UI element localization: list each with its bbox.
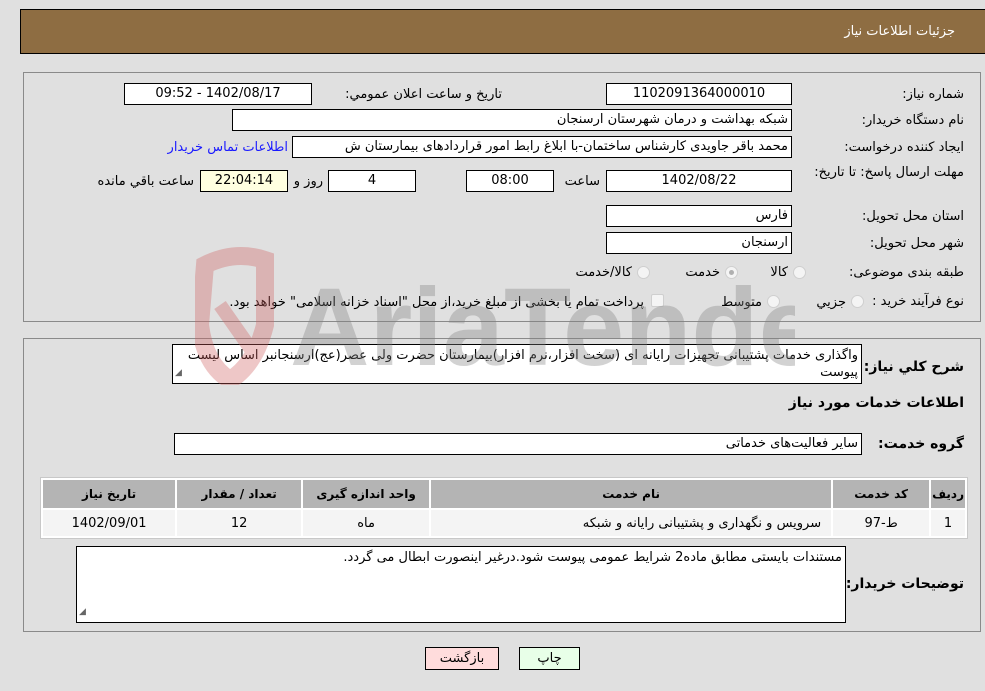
need-info-panel: شماره نیاز: 1102091364000010 تاريخ و ساع… (23, 72, 981, 322)
back-button[interactable]: بازگشت (425, 647, 499, 670)
city-field[interactable]: ارسنجان (606, 232, 792, 254)
cell-unit: ماه (303, 510, 430, 536)
summary-textarea[interactable]: واگذاری خدمات پشتيبانی تجهيزات رايانه ای… (172, 344, 862, 384)
creator-field[interactable]: محمد باقر جاويدی کارشناس ساختمان-با ابلا… (292, 136, 792, 158)
cell-service-name: سرويس و نگهداری و پشتيبانی رايانه و شبکه (431, 510, 832, 536)
cell-quantity: 12 (177, 510, 302, 536)
deadline-label: مهلت ارسال پاسخ: تا تاریخ: (814, 165, 964, 180)
services-table: رديف کد خدمت نام خدمت واحد اندازه گيری ت… (40, 477, 968, 539)
announce-label: تاريخ و ساعت اعلان عمومي: (345, 87, 502, 102)
remaining-time-label: ساعت باقي مانده (97, 174, 194, 189)
treasury-note: پرداخت تمام يا بخشی از مبلغ خريد،از محل … (229, 295, 644, 310)
process-option-medium: متوسط (721, 295, 762, 310)
col-quantity: تعداد / مقدار (177, 480, 302, 508)
buyer-contact-link[interactable]: اطلاعات تماس خريدار (168, 140, 288, 155)
buyer-org-label: نام دستگاه خريدار: (861, 113, 964, 128)
need-number-field[interactable]: 1102091364000010 (606, 83, 792, 105)
deadline-time-label: ساعت (564, 174, 600, 189)
col-unit: واحد اندازه گيری (303, 480, 430, 508)
process-type-label: نوع فرآيند خريد : (872, 294, 964, 309)
service-group-field[interactable]: ساير فعاليت‌های خدماتی (174, 433, 862, 455)
province-field[interactable]: فارس (606, 205, 792, 227)
services-heading: اطلاعات خدمات مورد نياز (788, 395, 964, 411)
deadline-time-field[interactable]: 08:00 (466, 170, 554, 192)
treasury-checkbox[interactable] (651, 294, 664, 307)
col-service-code: کد خدمت (833, 480, 930, 508)
buyer-org-field[interactable]: شبکه بهداشت و درمان شهرستان ارسنجان (232, 109, 792, 131)
page-title: جزئیات اطلاعات نیاز (844, 24, 955, 39)
print-button[interactable]: چاپ (519, 647, 580, 670)
col-need-date: تاريخ نياز (43, 480, 176, 508)
category-radio-service[interactable] (725, 266, 738, 279)
table-row: 1 ط-97 سرويس و نگهداری و پشتيبانی رايانه… (43, 510, 965, 536)
days-label: روز و (293, 174, 323, 189)
creator-label: ايجاد کننده درخواست: (844, 140, 964, 155)
resize-handle-icon[interactable]: ◢ (79, 604, 86, 621)
service-details-panel: شرح کلي نياز: واگذاری خدمات پشتيبانی تجه… (23, 338, 981, 632)
cell-row-number: 1 (931, 510, 965, 536)
resize-handle-icon[interactable]: ◢ (175, 365, 182, 382)
service-group-label: گروه خدمت: (878, 436, 964, 452)
category-label: طبقه بندی موضوعی: (848, 265, 964, 280)
cell-need-date: 1402/09/01 (43, 510, 176, 536)
col-row-number: رديف (931, 480, 965, 508)
deadline-date-field[interactable]: 1402/08/22 (606, 170, 792, 192)
category-option-goods: کالا (770, 265, 788, 280)
announce-datetime-field[interactable]: 1402/08/17 - 09:52 (124, 83, 312, 105)
buyer-notes-text: مستندات بايستی مطابق ماده2 شرايط عمومی پ… (343, 550, 842, 565)
remaining-time-field[interactable]: 22:04:14 (200, 170, 288, 192)
page-header: جزئیات اطلاعات نیاز (20, 9, 985, 54)
category-option-service: خدمت (685, 265, 720, 280)
days-remaining-field[interactable]: 4 (328, 170, 416, 192)
table-header-row: رديف کد خدمت نام خدمت واحد اندازه گيری ت… (43, 480, 965, 508)
need-number-label: شماره نیاز: (902, 87, 964, 102)
province-label: استان محل تحويل: (862, 209, 964, 224)
summary-label: شرح کلي نياز: (863, 359, 964, 375)
category-radio-goods[interactable] (793, 266, 806, 279)
city-label: شهر محل تحويل: (869, 236, 964, 251)
cell-service-code: ط-97 (833, 510, 930, 536)
process-radio-medium[interactable] (767, 295, 780, 308)
col-service-name: نام خدمت (431, 480, 832, 508)
process-radio-minor[interactable] (851, 295, 864, 308)
buyer-notes-textarea[interactable]: مستندات بايستی مطابق ماده2 شرايط عمومی پ… (76, 546, 846, 623)
buyer-notes-label: توضيحات خريدار: (845, 576, 964, 592)
summary-text: واگذاری خدمات پشتيبانی تجهيزات رايانه ای… (187, 348, 858, 380)
category-radio-goods-service[interactable] (637, 266, 650, 279)
category-option-goods-service: کالا/خدمت (575, 265, 632, 280)
process-option-minor: جزيي (816, 295, 846, 310)
